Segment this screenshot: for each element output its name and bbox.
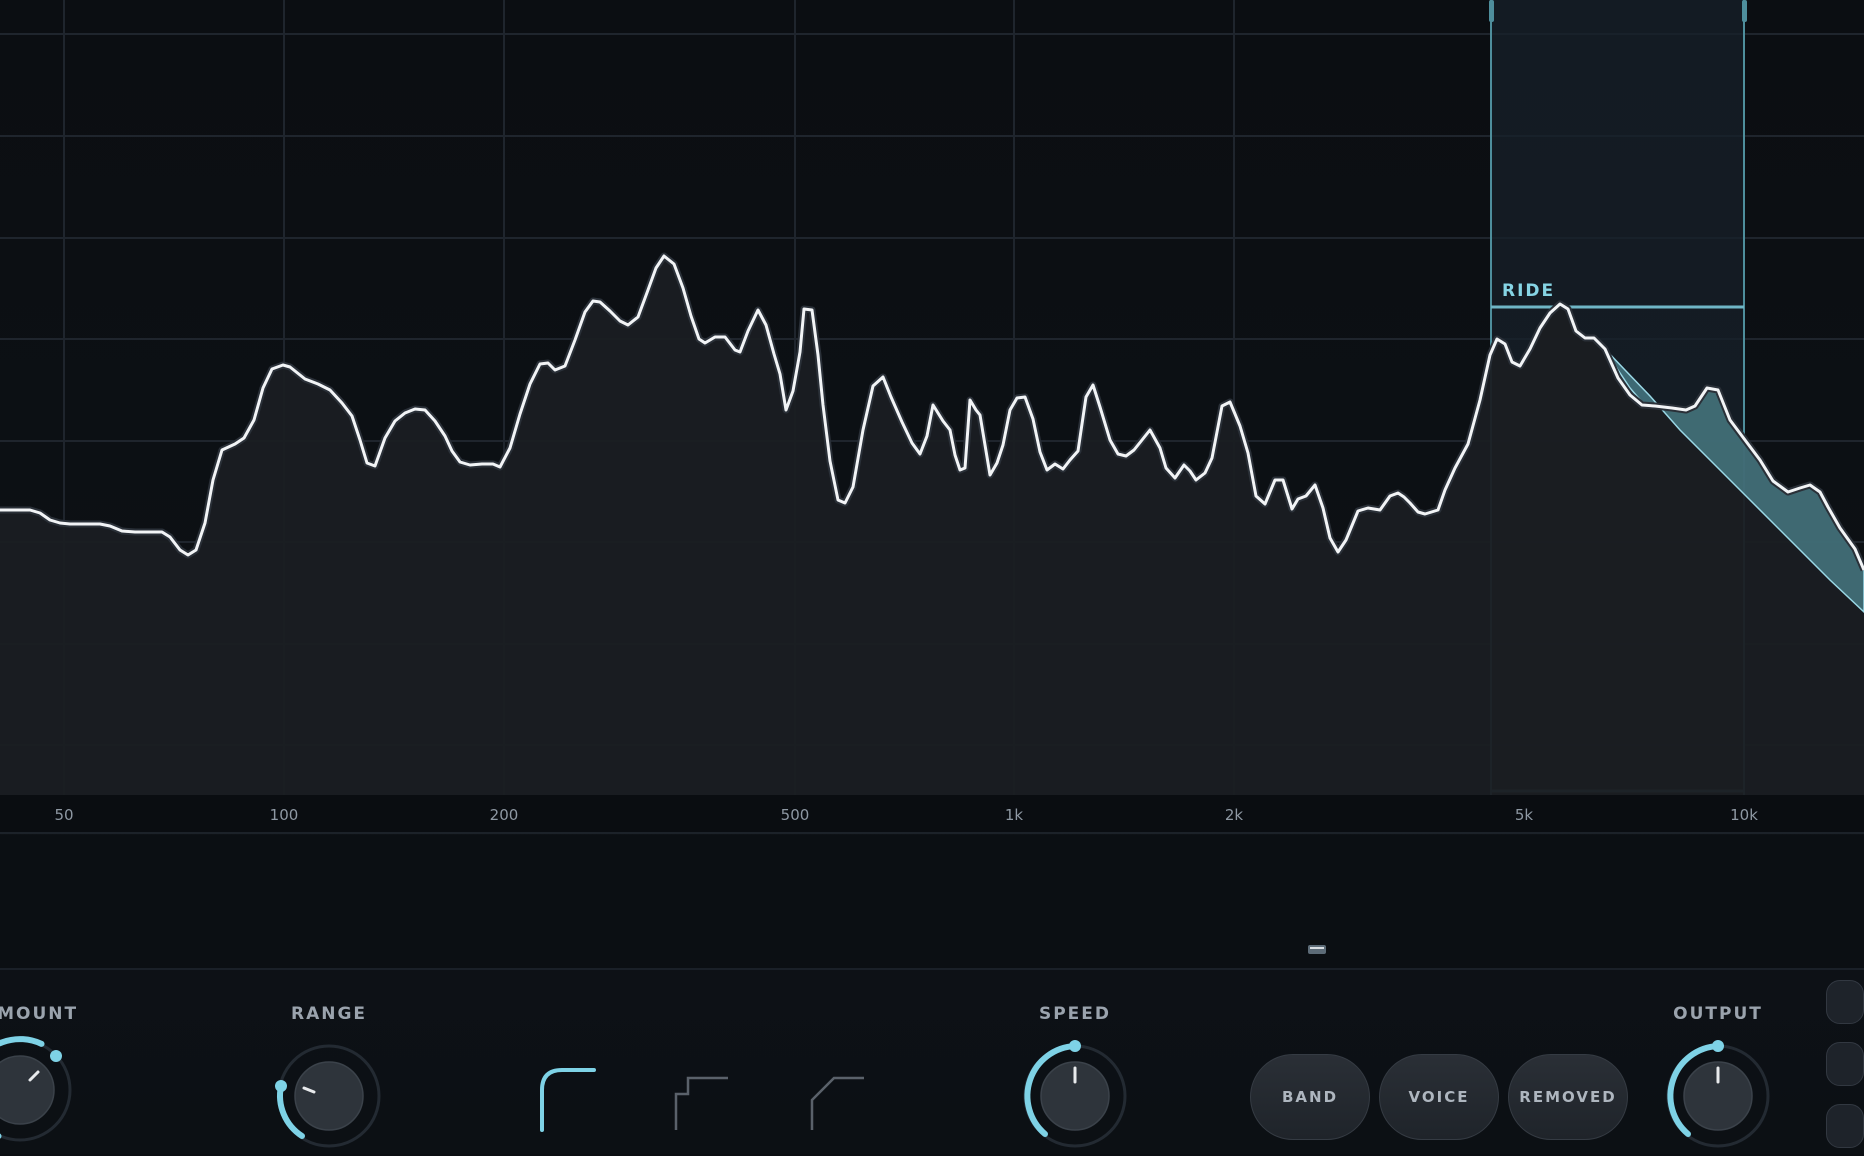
freq-label-1k: 1k xyxy=(1005,806,1024,824)
freq-label-10k: 10k xyxy=(1730,806,1758,824)
freq-label-50: 50 xyxy=(54,806,73,824)
output-label: OUTPUT xyxy=(1673,1004,1763,1024)
range-knob[interactable] xyxy=(269,1036,389,1156)
voice-mode-button[interactable]: VOICE xyxy=(1379,1054,1499,1140)
controls-panel: AMOUNT RANGE SPEED BAND VOICE REM xyxy=(0,968,1864,1154)
freq-label-5k: 5k xyxy=(1515,806,1534,824)
step-curve-icon[interactable] xyxy=(668,1064,738,1136)
spectrum-analyzer[interactable]: RIDE 50 100 200 500 1k 2k 5k 10k xyxy=(0,0,1864,968)
side-button-3[interactable] xyxy=(1826,1104,1864,1148)
freq-label-2k: 2k xyxy=(1225,806,1244,824)
reduction-history-lane xyxy=(0,835,1864,968)
speed-knob[interactable] xyxy=(1015,1036,1135,1156)
linear-curve-icon[interactable] xyxy=(804,1064,874,1136)
speed-label: SPEED xyxy=(1038,1004,1112,1024)
range-label: RANGE xyxy=(290,1004,368,1024)
side-button-1[interactable] xyxy=(1826,980,1864,1024)
band-right-handle[interactable] xyxy=(1742,0,1747,22)
smooth-curve-icon[interactable] xyxy=(534,1064,604,1136)
band-mode-button[interactable]: BAND xyxy=(1250,1054,1370,1140)
amount-knob[interactable] xyxy=(0,1030,80,1150)
output-knob[interactable] xyxy=(1658,1036,1778,1156)
band-label: RIDE xyxy=(1502,281,1555,301)
removed-mode-button[interactable]: REMOVED xyxy=(1508,1054,1628,1140)
band-left-handle[interactable] xyxy=(1489,0,1494,22)
freq-label-500: 500 xyxy=(781,806,810,824)
lane-marker[interactable] xyxy=(1308,945,1326,954)
freq-label-200: 200 xyxy=(490,806,519,824)
amount-label: AMOUNT xyxy=(0,1004,79,1024)
side-button-2[interactable] xyxy=(1826,1042,1864,1086)
freq-label-100: 100 xyxy=(270,806,299,824)
